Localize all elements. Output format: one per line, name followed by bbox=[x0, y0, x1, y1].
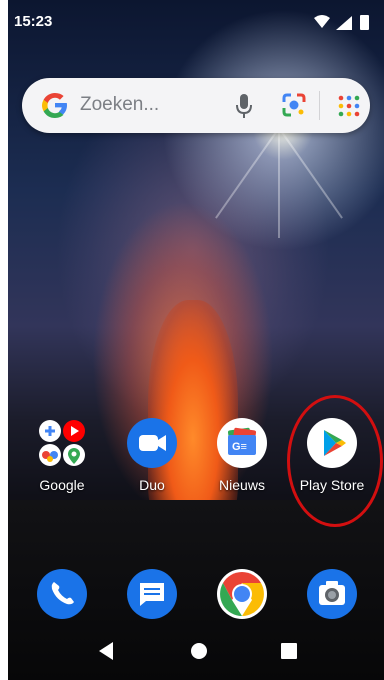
search-input[interactable]: Zoeken... bbox=[80, 94, 159, 116]
google-search-bar[interactable]: Zoeken... bbox=[22, 78, 370, 133]
google-folder-icon bbox=[39, 420, 85, 466]
messages-icon[interactable] bbox=[126, 568, 178, 620]
app-label: Duo bbox=[139, 477, 165, 493]
status-time: 15:23 bbox=[14, 13, 53, 30]
chrome-icon[interactable] bbox=[216, 568, 268, 620]
duo-icon bbox=[127, 418, 177, 468]
google-logo-icon bbox=[42, 93, 67, 118]
recents-icon[interactable] bbox=[278, 640, 300, 662]
camera-icon[interactable] bbox=[306, 568, 358, 620]
wallpaper-lava bbox=[148, 300, 238, 530]
home-icon[interactable] bbox=[188, 640, 210, 662]
duo-app[interactable]: Duo bbox=[107, 417, 197, 493]
microphone-icon[interactable] bbox=[234, 92, 254, 120]
google-news-icon: G≡ bbox=[217, 418, 267, 468]
signal-icon bbox=[336, 16, 352, 30]
apps-grid-icon[interactable] bbox=[338, 95, 360, 117]
wifi-icon bbox=[314, 15, 330, 28]
google-folder[interactable]: Google bbox=[17, 417, 107, 493]
app-label: Google bbox=[39, 477, 85, 493]
svg-text:G≡: G≡ bbox=[232, 441, 247, 453]
battery-icon bbox=[360, 15, 369, 30]
google-lens-icon[interactable] bbox=[280, 91, 308, 119]
phone-icon[interactable] bbox=[36, 568, 88, 620]
back-icon[interactable] bbox=[96, 640, 118, 662]
news-app[interactable]: G≡ Nieuws bbox=[197, 417, 287, 493]
highlight-circle bbox=[287, 395, 383, 527]
app-label: Nieuws bbox=[219, 477, 265, 493]
status-bar: 15:23 bbox=[8, 0, 384, 36]
home-screen: 15:23 Zoeken... Google Duo G≡ Nieuws Pla… bbox=[8, 0, 384, 680]
